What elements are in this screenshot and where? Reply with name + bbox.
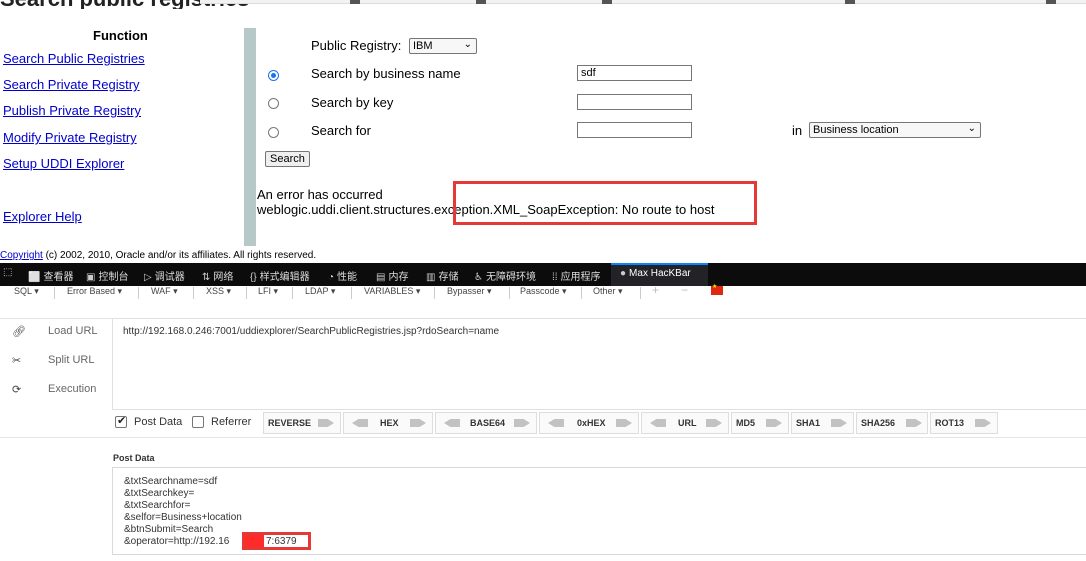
hackbar-icon: ● — [620, 268, 627, 279]
business-name-input[interactable]: sdf — [577, 65, 692, 81]
search-in-value: Business location — [813, 124, 899, 136]
url-textarea[interactable]: http://192.168.0.246:7001/uddiexplorer/S… — [112, 318, 1086, 410]
post-line: &operator=http://192.16 — [124, 536, 230, 547]
radio-search-by-key[interactable] — [268, 98, 279, 109]
hackbar-menu: SQL ▾ Error Based ▾ WAF ▾ XSS ▾ LFI ▾ LD… — [0, 283, 1086, 300]
tab-memory[interactable]: ▤ 内存 — [376, 268, 408, 283]
post-line: &txtSearchfor= — [124, 500, 191, 511]
zoom-in-icon[interactable]: + — [652, 283, 659, 297]
network-icon: ⇅ — [202, 272, 211, 283]
tab-performance[interactable]: ◔ 性能 — [328, 268, 357, 283]
scissors-icon: ✂ — [12, 355, 22, 367]
options-row: Post Data Referrer REVERSE HEX BASE64 0x… — [0, 412, 1086, 438]
inspect-picker-icon[interactable]: ⬚ — [3, 267, 15, 278]
post-line: &btnSubmit=Search — [124, 524, 214, 535]
function-heading: Function — [93, 28, 148, 43]
rot13-button[interactable]: ROT13 — [930, 412, 998, 434]
chevron-down-icon: ⌄ — [463, 39, 472, 50]
menu-waf[interactable]: WAF ▾ — [151, 286, 178, 297]
url-encode-button[interactable]: URL — [641, 412, 729, 434]
menu-passcode[interactable]: Passcode ▾ — [520, 286, 567, 297]
post-line: &txtSearchkey= — [124, 488, 195, 499]
reverse-button[interactable]: REVERSE — [263, 412, 341, 434]
search-by-name-label: Search by business name — [311, 66, 461, 81]
in-label: in — [792, 123, 803, 138]
sha1-button[interactable]: SHA1 — [791, 412, 854, 434]
tab-inspector[interactable]: ⬜ 查看器 — [28, 268, 73, 283]
post-data-label: Post Data — [134, 416, 183, 428]
0xhex-button[interactable]: 0xHEX — [539, 412, 639, 434]
top-strip: Search public registries — [0, 0, 1086, 9]
search-button[interactable]: Search — [265, 151, 310, 167]
menu-lfi[interactable]: LFI ▾ — [258, 286, 278, 297]
console-icon: ▣ — [86, 272, 96, 283]
public-registry-select[interactable]: IBM ⌄ — [409, 38, 477, 54]
tab-accessibility[interactable]: ♿ 无障碍环境 — [474, 268, 536, 283]
link-setup-uddi-explorer[interactable]: Setup UDDI Explorer — [3, 156, 124, 171]
menu-other[interactable]: Other ▾ — [593, 286, 623, 297]
devtools-toolbar: ⬚ ⬜ 查看器 ▣ 控制台 ▷ 调试器 ⇅ 网络 {} 样式编辑器 ◔ 性能 ▤ 内存 ▥ 存储… — [0, 263, 1086, 286]
debugger-icon: ▷ — [144, 272, 152, 283]
link-publish-private-registry[interactable]: Publish Private Registry — [3, 103, 141, 118]
referrer-label: Referrer — [211, 416, 252, 428]
application-icon: ⁞⁞ — [552, 272, 558, 283]
menu-ldap[interactable]: LDAP ▾ — [305, 286, 335, 297]
post-line: &selfor=Business+location — [124, 512, 242, 523]
tab-debugger[interactable]: ▷ 调试器 — [144, 268, 185, 283]
tab-max-hackbar[interactable]: ● Max HacKBar — [620, 268, 691, 279]
refresh-icon: ⟳ — [12, 384, 22, 396]
link-icon: 🔗︎ — [12, 326, 26, 338]
error-heading: An error has occurred — [257, 187, 383, 202]
storage-icon: ▥ — [426, 272, 436, 283]
post-data-title: Post Data — [113, 453, 155, 463]
link-explorer-help[interactable]: Explorer Help — [3, 209, 82, 224]
inspector-icon: ⬜ — [28, 272, 41, 283]
tab-console[interactable]: ▣ 控制台 — [86, 268, 128, 283]
copyright-link[interactable]: Copyright — [0, 250, 43, 261]
link-search-public-registries[interactable]: Search Public Registries — [3, 51, 145, 66]
url-text: http://192.168.0.246:7001/uddiexplorer/S… — [123, 326, 500, 337]
menu-xss[interactable]: XSS ▾ — [206, 286, 231, 297]
memory-icon: ▤ — [376, 272, 386, 283]
search-for-label: Search for — [311, 123, 371, 138]
highlight-box-error — [453, 181, 757, 225]
search-in-select[interactable]: Business location ⌄ — [809, 122, 981, 138]
public-registry-label: Public Registry: — [311, 38, 402, 53]
divider-bar — [244, 28, 256, 246]
zoom-out-icon[interactable]: − — [681, 283, 688, 297]
public-registry-value: IBM — [413, 40, 433, 52]
hackbar-actions: 🔗︎ Load URL ✂ Split URL ⟳ Execution — [0, 318, 112, 410]
language-flag-icon[interactable] — [711, 283, 723, 295]
radio-search-for[interactable] — [268, 127, 279, 138]
post-data-checkbox[interactable] — [115, 414, 127, 428]
style-editor-icon: {} — [250, 272, 257, 283]
menu-variables[interactable]: VARIABLES ▾ — [364, 286, 420, 297]
tab-network[interactable]: ⇅ 网络 — [202, 268, 233, 283]
key-input[interactable] — [577, 94, 692, 110]
md5-button[interactable]: MD5 — [731, 412, 789, 434]
search-for-input[interactable] — [577, 122, 692, 138]
referrer-checkbox[interactable] — [192, 416, 204, 428]
tab-application[interactable]: ⁞⁞ 应用程序 — [552, 268, 601, 283]
post-line: &txtSearchname=sdf — [124, 476, 218, 487]
copyright-text: (c) 2002, 2010, Oracle and/or its affili… — [42, 250, 317, 261]
link-modify-private-registry[interactable]: Modify Private Registry — [3, 130, 137, 145]
accessibility-icon: ♿ — [474, 272, 483, 283]
copyright: Copyright (c) 2002, 2010, Oracle and/or … — [0, 250, 316, 261]
highlight-box-operator — [242, 532, 311, 550]
search-by-key-label: Search by key — [311, 95, 394, 110]
performance-icon: ◔ — [328, 272, 335, 283]
link-search-private-registry[interactable]: Search Private Registry — [3, 77, 140, 92]
radio-search-by-name[interactable] — [268, 70, 279, 81]
menu-bypasser[interactable]: Bypasser ▾ — [447, 286, 492, 297]
tab-style-editor[interactable]: {} 样式编辑器 — [250, 268, 310, 283]
sha256-button[interactable]: SHA256 — [856, 412, 928, 434]
tab-storage[interactable]: ▥ 存储 — [426, 268, 458, 283]
browser-tab-bar — [200, 0, 1086, 4]
menu-sql[interactable]: SQL ▾ — [14, 286, 39, 297]
chevron-down-icon: ⌄ — [967, 123, 976, 134]
base64-button[interactable]: BASE64 — [435, 412, 537, 434]
hex-button[interactable]: HEX — [343, 412, 433, 434]
menu-error-based[interactable]: Error Based ▾ — [67, 286, 122, 297]
